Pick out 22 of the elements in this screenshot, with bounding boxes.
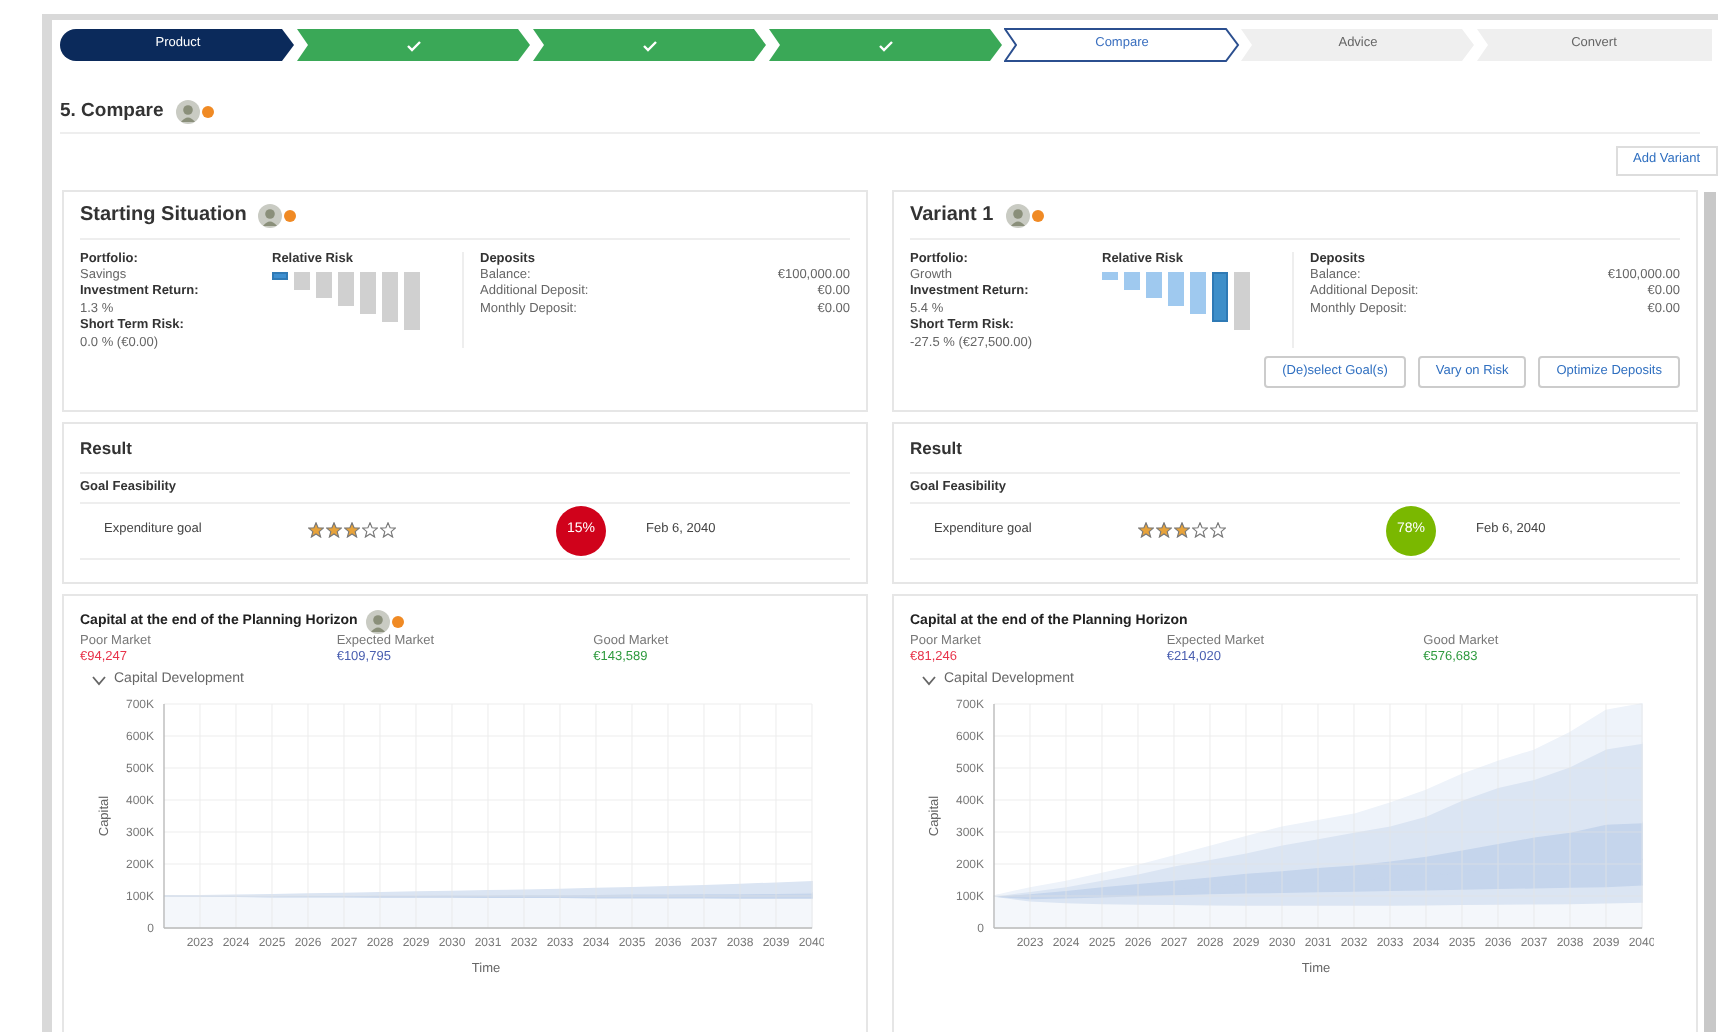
check-icon <box>642 39 658 51</box>
chat-icon[interactable] <box>201 106 214 118</box>
card-title: Result <box>80 438 132 458</box>
check-icon <box>406 39 422 51</box>
chat-icon[interactable] <box>391 616 404 628</box>
card-title: Starting Situation <box>80 204 247 229</box>
chat-icon[interactable] <box>284 210 297 223</box>
avatar-icon[interactable] <box>258 204 283 229</box>
chevron-icon <box>922 675 936 686</box>
card-title: Result <box>910 438 962 458</box>
card-title: Variant 1 <box>910 204 994 229</box>
check-icon <box>878 39 894 51</box>
avatar-icon[interactable] <box>1005 204 1030 229</box>
step-tab[interactable] <box>768 28 1004 62</box>
chat-icon[interactable] <box>1031 210 1044 223</box>
step-tab[interactable] <box>296 28 532 62</box>
avatar-icon[interactable] <box>175 100 200 124</box>
avatar-icon[interactable] <box>365 610 390 634</box>
step-tab[interactable] <box>532 28 768 62</box>
page-title: 5. Compare <box>60 100 164 124</box>
scrollbar[interactable] <box>1704 192 1716 1032</box>
chevron-icon <box>92 675 106 686</box>
